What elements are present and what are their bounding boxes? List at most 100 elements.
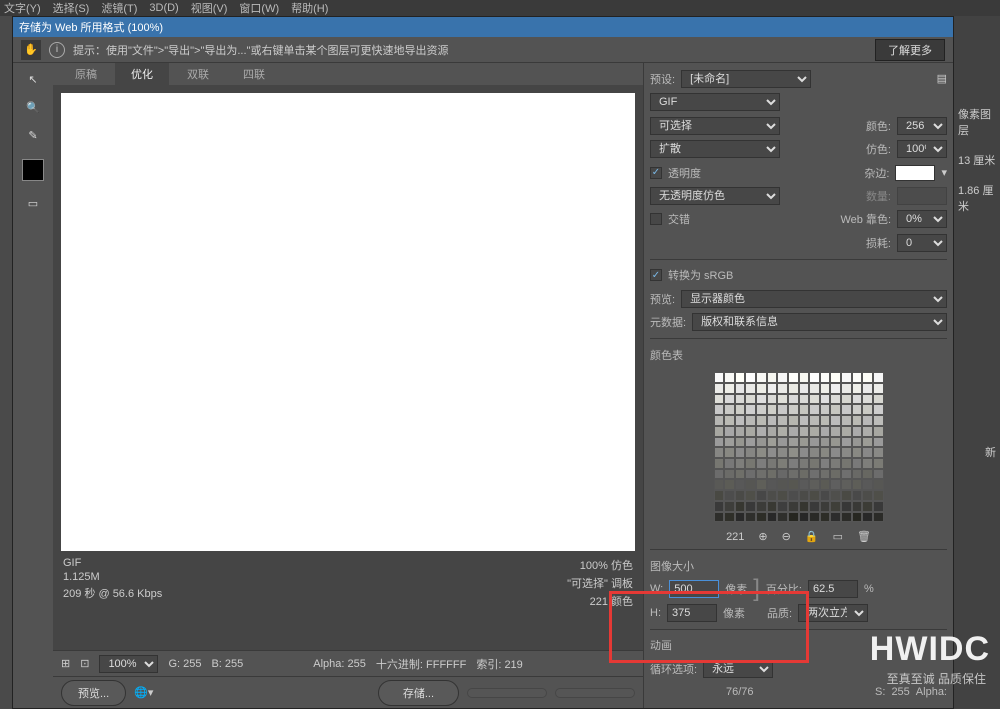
color-swatch[interactable]: [22, 159, 44, 181]
color-table[interactable]: [714, 372, 884, 522]
width-input[interactable]: [669, 580, 719, 598]
zoom-select[interactable]: 100%: [99, 655, 158, 673]
colors-label: 221 颜色: [567, 593, 633, 609]
colortable-footer: 221 ⊕ ⊖ 🔒 ▭ 🗑: [650, 530, 947, 543]
imagesize-label: 图像大小: [650, 558, 694, 574]
g-value: G: 255: [168, 658, 201, 670]
menu-item[interactable]: 帮助(H): [291, 0, 328, 16]
ct-icon[interactable]: 🔒: [805, 530, 819, 543]
dither-amount-select[interactable]: 100%: [897, 140, 947, 158]
s-value: 255: [891, 686, 909, 698]
save-for-web-dialog: 存储为 Web 所用格式 (100%) ✋ i 提示：使用"文件">"导出">"…: [12, 16, 954, 709]
format-select[interactable]: GIF: [650, 93, 780, 111]
srgb-checkbox[interactable]: [650, 269, 662, 281]
menu-item[interactable]: 窗口(W): [239, 0, 279, 16]
done-button[interactable]: [555, 688, 635, 698]
preset-select[interactable]: [未命名]: [681, 70, 811, 88]
cancel-button[interactable]: [467, 688, 547, 698]
preview-label: 预览:: [650, 291, 675, 307]
size-label: 1.125M: [63, 571, 162, 583]
hint-bar: ✋ i 提示：使用"文件">"导出">"导出为..."或右键单击某个图层可更快速…: [13, 37, 953, 63]
h-label: H:: [650, 607, 661, 619]
lossy-select[interactable]: 0: [897, 234, 947, 252]
link-icon[interactable]: ]: [753, 582, 760, 596]
percent-label: 百分比:: [766, 581, 802, 597]
amount-input: [897, 187, 947, 205]
expand-icon[interactable]: ⊡: [80, 657, 89, 670]
tab-original[interactable]: 原稿: [59, 63, 113, 85]
frame-counter: 76/76: [726, 686, 754, 698]
quality-select[interactable]: 两次立方: [798, 604, 868, 622]
hex-value: 十六进制: FFFFFF: [376, 656, 466, 672]
browser-icon[interactable]: 🌐▾: [134, 686, 153, 699]
tab-optimized[interactable]: 优化: [115, 63, 169, 85]
transparency-checkbox[interactable]: [650, 167, 662, 179]
ct-icon[interactable]: ⊕: [758, 530, 767, 543]
save-button[interactable]: 存储...: [378, 680, 459, 706]
menu-item[interactable]: 选择(S): [53, 0, 90, 16]
preview-canvas[interactable]: [61, 93, 635, 551]
transparency-label: 透明度: [668, 165, 701, 181]
ct-icon[interactable]: ⊖: [782, 530, 791, 543]
tab-2up[interactable]: 双联: [171, 63, 225, 85]
grid-icon[interactable]: ⊞: [61, 657, 70, 670]
settings-panel: 预设: [未命名] ▤ GIF 可选择 颜色: 256 扩散 仿色: 100%: [643, 63, 953, 708]
anim-label: 动画: [650, 637, 672, 653]
trash-icon[interactable]: 🗑: [857, 530, 871, 543]
left-toolbar: ↖ 🔍 ✎ ▭: [13, 63, 53, 708]
preset-label: 预设:: [650, 71, 675, 87]
trans-dither-select[interactable]: 无透明度仿色: [650, 187, 780, 205]
index-value: 索引: 219: [476, 656, 522, 672]
center-area: 原稿 优化 双联 四联 GIF 1.125M 209 秒 @ 56.6 Kbps…: [53, 63, 643, 708]
menu-icon[interactable]: ▤: [937, 72, 947, 85]
colors-select[interactable]: 256: [897, 117, 947, 135]
tab-4up[interactable]: 四联: [227, 63, 281, 85]
preview-info: GIF 1.125M 209 秒 @ 56.6 Kbps 100% 仿色 "可选…: [61, 551, 635, 615]
percent-unit: %: [864, 583, 874, 595]
menu-item[interactable]: 滤镜(T): [101, 0, 137, 16]
h-unit: 像素: [723, 605, 745, 621]
preview-select[interactable]: 显示器颜色: [681, 290, 947, 308]
metadata-select[interactable]: 版权和联系信息: [692, 313, 947, 331]
color-count: 221: [726, 531, 744, 543]
reduction-select[interactable]: 可选择: [650, 117, 780, 135]
b-value: B: 255: [211, 658, 243, 670]
alpha-label2: Alpha:: [916, 686, 947, 698]
matte-swatch[interactable]: [895, 165, 935, 181]
lossy-label: 损耗:: [866, 235, 891, 251]
menu-item[interactable]: 文字(Y): [4, 0, 41, 16]
hand-tool-icon[interactable]: ✋: [21, 40, 41, 60]
menu-item[interactable]: 视图(V): [191, 0, 228, 16]
loop-select[interactable]: 永远: [703, 660, 773, 678]
preview-button[interactable]: 预览...: [61, 680, 126, 706]
dither-label: "可选择" 调板: [567, 575, 633, 591]
dither-method-select[interactable]: 扩散: [650, 140, 780, 158]
pixel-layer-label: 像素图层: [958, 106, 996, 138]
quality-label: 100% 仿色: [567, 557, 633, 573]
menu-item[interactable]: 3D(D): [149, 2, 178, 14]
dropdown-icon[interactable]: ▾: [941, 166, 947, 179]
slice-tool-icon[interactable]: ▭: [21, 191, 45, 215]
amount-label: 数量:: [866, 188, 891, 204]
format-label: GIF: [63, 557, 162, 569]
quality-label: 品质:: [767, 605, 792, 621]
learn-more-button[interactable]: 了解更多: [875, 39, 945, 61]
ct-icon[interactable]: ▭: [833, 530, 843, 543]
websnap-select[interactable]: 0%: [897, 210, 947, 228]
bottom-bar: 预览... 🌐▾ 存储...: [53, 676, 643, 708]
preview-tabs: 原稿 优化 双联 四联: [53, 63, 643, 85]
eyedropper-tool-icon[interactable]: ✎: [21, 123, 45, 147]
info-icon: i: [49, 42, 65, 58]
srgb-label: 转换为 sRGB: [668, 267, 733, 283]
zoom-tool-icon[interactable]: 🔍: [21, 95, 45, 119]
pointer-tool-icon[interactable]: ↖: [21, 67, 45, 91]
matte-label: 杂边:: [864, 165, 889, 181]
height-input[interactable]: [667, 604, 717, 622]
watermark: HWIDC: [870, 630, 990, 669]
websnap-label: Web 靠色:: [840, 211, 891, 227]
dim-label: 1.86 厘米: [958, 182, 996, 214]
app-menubar: 文字(Y) 选择(S) 滤镜(T) 3D(D) 视图(V) 窗口(W) 帮助(H…: [0, 0, 1000, 16]
alpha-value: Alpha: 255: [313, 658, 366, 670]
interlace-checkbox[interactable]: [650, 213, 662, 225]
percent-input[interactable]: [808, 580, 858, 598]
